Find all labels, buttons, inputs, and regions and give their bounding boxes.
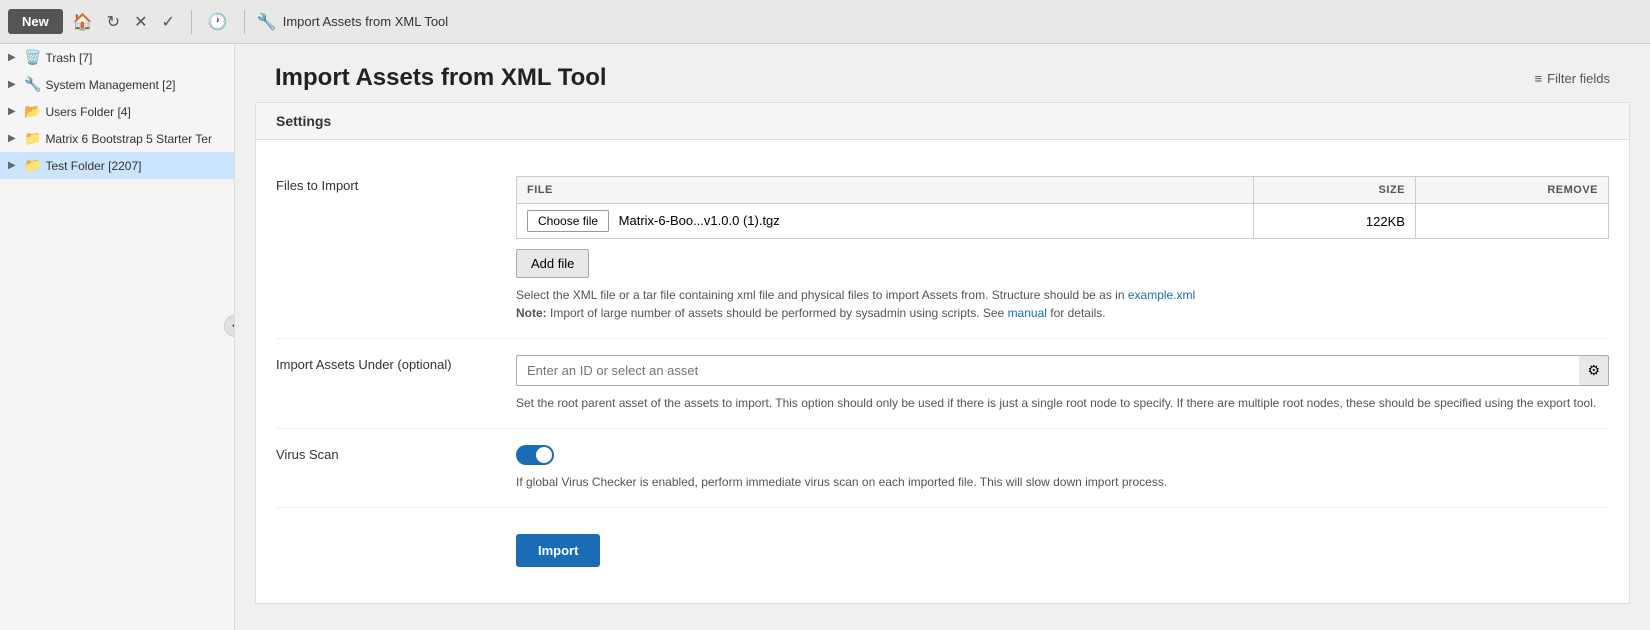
col-remove-header: REMOVE (1415, 177, 1608, 204)
virus-scan-label: Virus Scan (276, 445, 496, 462)
sidebar-item-test-folder[interactable]: ▶ 📁 Test Folder [2207] (0, 152, 234, 179)
filter-icon: ≡ (1535, 71, 1543, 86)
import-assets-label: Import Assets Under (optional) (276, 355, 496, 372)
history-button[interactable]: 🕐 (204, 8, 232, 36)
close-button[interactable]: ✕ (130, 8, 151, 36)
sidebar-item-system-management[interactable]: ▶ 🔧 System Management [2] (0, 71, 234, 98)
tool-label-container: 🔧 Import Assets from XML Tool (257, 12, 448, 32)
files-to-import-row: Files to Import FILE SIZE REMOVE (276, 160, 1609, 339)
sidebar-item-label: Matrix 6 Bootstrap 5 Starter Ter (45, 132, 226, 146)
content-area: Import Assets from XML Tool ≡ Filter fie… (235, 44, 1650, 630)
filter-label: Filter fields (1547, 71, 1610, 86)
arrow-icon: ▶ (8, 79, 20, 90)
sidebar-item-users-folder[interactable]: ▶ 📂 Users Folder [4] (0, 98, 234, 125)
arrow-icon: ▶ (8, 133, 20, 144)
collapse-icon: < (232, 321, 235, 332)
import-assets-under-row: Import Assets Under (optional) ⚙ Set the… (276, 339, 1609, 429)
col-size-header: SIZE (1254, 177, 1416, 204)
virus-scan-row: Virus Scan If global Virus Checker is en… (276, 429, 1609, 508)
sidebar-collapse-button[interactable]: < (224, 315, 235, 337)
refresh-button[interactable]: ↻ (103, 8, 124, 36)
help-note: Note: Import of large number of assets s… (516, 306, 1106, 320)
tool-label: Import Assets from XML Tool (283, 14, 448, 29)
import-control: Import (516, 524, 1609, 567)
arrow-icon: ▶ (8, 52, 20, 63)
files-to-import-label: Files to Import (276, 176, 496, 193)
file-table: FILE SIZE REMOVE Choose file Matrix-6-Bo… (516, 176, 1609, 239)
new-button[interactable]: New (8, 9, 63, 34)
wrench-icon: 🔧 (257, 12, 277, 32)
choose-file-button[interactable]: Choose file (527, 210, 609, 232)
folder-icon: 📁 (24, 157, 41, 174)
asset-help-text: Set the root parent asset of the assets … (516, 394, 1609, 412)
import-button[interactable]: Import (516, 534, 600, 567)
main-layout: ▶ 🗑️ Trash [7] ▶ 🔧 System Management [2]… (0, 44, 1650, 630)
files-to-import-control: FILE SIZE REMOVE Choose file Matrix-6-Bo… (516, 176, 1609, 322)
folder-icon: 📂 (24, 103, 41, 120)
arrow-icon: ▶ (8, 106, 20, 117)
virus-scan-help: If global Virus Checker is enabled, perf… (516, 473, 1609, 491)
add-file-button[interactable]: Add file (516, 249, 589, 278)
settings-header: Settings (256, 103, 1629, 140)
asset-select-icon: ⚙ (1587, 362, 1600, 379)
files-help-text: Select the XML file or a tar file contai… (516, 286, 1609, 322)
file-cell: Choose file Matrix-6-Boo...v1.0.0 (1).tg… (517, 204, 1254, 239)
toolbar-divider-2 (244, 10, 245, 34)
col-file-header: FILE (517, 177, 1254, 204)
trash-icon: 🗑️ (24, 49, 41, 66)
folder-icon: 📁 (24, 130, 41, 147)
virus-scan-toggle[interactable] (516, 445, 554, 465)
asset-input-row: ⚙ (516, 355, 1609, 386)
import-spacer (276, 524, 496, 526)
help-text-3: for details. (1047, 306, 1106, 320)
toolbar: New 🏠 ↻ ✕ ✓ 🕐 🔧 Import Assets from XML T… (0, 0, 1650, 44)
system-icon: 🔧 (24, 76, 41, 93)
import-assets-control: ⚙ Set the root parent asset of the asset… (516, 355, 1609, 412)
toggle-container (516, 445, 1609, 465)
example-xml-link[interactable]: example.xml (1128, 288, 1195, 302)
file-remove-cell (1415, 204, 1608, 239)
page-title: Import Assets from XML Tool (275, 64, 607, 92)
settings-panel: Settings Files to Import FILE SIZE REMOV… (255, 102, 1630, 604)
import-button-row: Import (276, 508, 1609, 583)
toolbar-divider (191, 10, 192, 34)
toggle-slider (516, 445, 554, 465)
sidebar-item-matrix-bootstrap[interactable]: ▶ 📁 Matrix 6 Bootstrap 5 Starter Ter (0, 125, 234, 152)
file-table-row: Choose file Matrix-6-Boo...v1.0.0 (1).tg… (517, 204, 1609, 239)
filename: Matrix-6-Boo...v1.0.0 (1).tgz (619, 213, 780, 228)
asset-id-input[interactable] (516, 355, 1579, 386)
home-button[interactable]: 🏠 (69, 8, 97, 36)
arrow-icon: ▶ (8, 160, 20, 171)
manual-link[interactable]: manual (1008, 306, 1047, 320)
virus-scan-control: If global Virus Checker is enabled, perf… (516, 445, 1609, 491)
filter-fields-button[interactable]: ≡ Filter fields (1535, 71, 1610, 86)
page-header: Import Assets from XML Tool ≡ Filter fie… (235, 44, 1650, 102)
sidebar-item-label: System Management [2] (45, 78, 226, 92)
help-text-2: Import of large number of assets should … (547, 306, 1008, 320)
sidebar-item-label: Users Folder [4] (45, 105, 226, 119)
sidebar-item-trash[interactable]: ▶ 🗑️ Trash [7] (0, 44, 234, 71)
file-size-cell: 122KB (1254, 204, 1416, 239)
sidebar-item-label: Test Folder [2207] (45, 159, 226, 173)
sidebar-item-label: Trash [7] (45, 51, 226, 65)
toggle-knob (536, 447, 552, 463)
asset-select-button[interactable]: ⚙ (1579, 355, 1609, 386)
settings-body: Files to Import FILE SIZE REMOVE (256, 140, 1629, 603)
check-button[interactable]: ✓ (157, 8, 178, 36)
help-text-1: Select the XML file or a tar file contai… (516, 288, 1128, 302)
sidebar: ▶ 🗑️ Trash [7] ▶ 🔧 System Management [2]… (0, 44, 235, 630)
